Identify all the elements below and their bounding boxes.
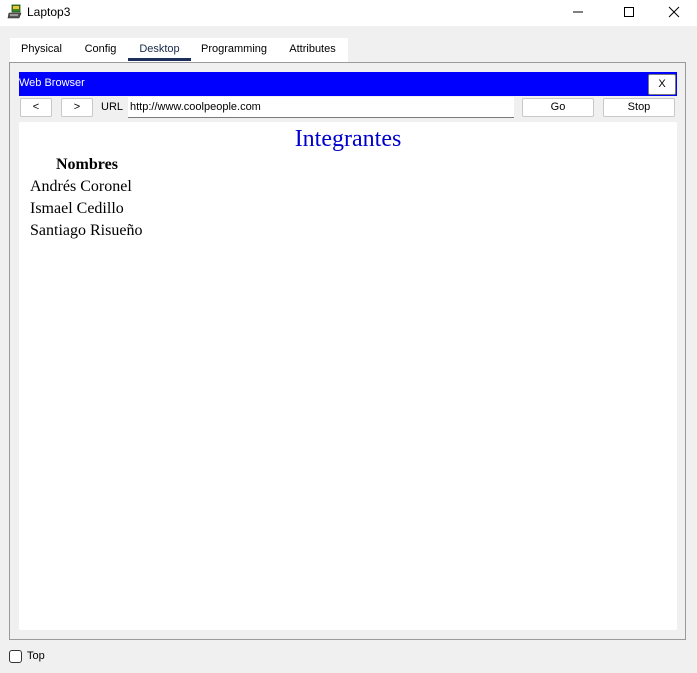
list-item: Andrés Coronel — [30, 178, 132, 195]
web-browser-window: Web Browser X < > URL http://www.coolpeo… — [19, 72, 677, 630]
active-tab-indicator — [128, 58, 191, 61]
list-item: Ismael Cedillo — [30, 200, 124, 217]
browser-close-button[interactable]: X — [648, 74, 676, 95]
minimize-button[interactable] — [555, 0, 601, 26]
maximize-button[interactable] — [606, 0, 652, 26]
back-button[interactable]: < — [20, 98, 52, 117]
laptop-app-icon — [7, 4, 23, 20]
close-icon — [668, 6, 680, 21]
url-label: URL — [101, 101, 124, 113]
top-checkbox-label: Top — [27, 650, 45, 662]
tab-programming[interactable]: Programming — [191, 38, 277, 61]
maximize-icon — [623, 6, 635, 21]
tab-config[interactable]: Config — [73, 38, 128, 61]
page-heading: Integrantes — [294, 126, 402, 152]
stop-button[interactable]: Stop — [603, 98, 675, 117]
tab-physical[interactable]: Physical — [10, 38, 73, 61]
list-item: Santiago Risueño — [30, 222, 143, 239]
go-button[interactable]: Go — [522, 98, 594, 117]
forward-button[interactable]: > — [61, 98, 93, 117]
tab-attributes[interactable]: Attributes — [277, 38, 348, 61]
browser-navbar: < > URL http://www.coolpeople.com Go Sto… — [19, 96, 677, 122]
web-browser-title: Web Browser — [19, 77, 85, 89]
url-input[interactable]: http://www.coolpeople.com — [128, 97, 514, 118]
column-header-nombres: Nombres — [56, 156, 118, 173]
minimize-icon — [572, 6, 584, 21]
window-title: Laptop3 — [27, 5, 71, 19]
tab-bar: Physical Config Desktop Programming Attr… — [10, 38, 348, 62]
web-browser-header: Web Browser X — [19, 72, 677, 96]
title-bar: Laptop3 — [0, 0, 697, 26]
web-page-content: Integrantes Nombres Andrés Coronel Ismae… — [19, 122, 677, 630]
close-window-button[interactable] — [651, 0, 697, 26]
top-checkbox[interactable] — [9, 650, 22, 663]
desktop-panel: Web Browser X < > URL http://www.coolpeo… — [9, 62, 686, 640]
